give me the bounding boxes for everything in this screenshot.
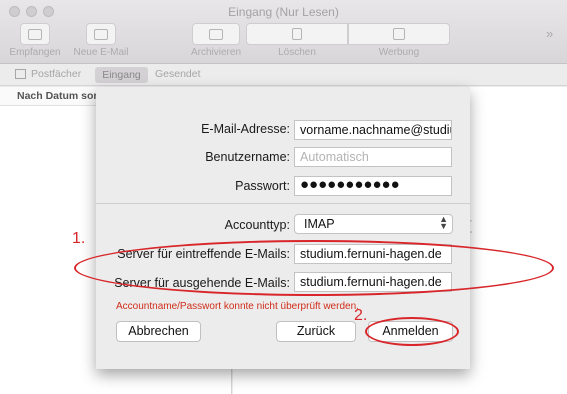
junk-label: Werbung [378,47,420,58]
account-type-value: IMAP [304,217,335,231]
receive-button[interactable] [20,23,50,45]
annotation-ellipse-servers [74,240,554,296]
archive-label: Archivieren [190,47,242,58]
back-button[interactable]: Zurück [276,321,356,342]
annotation-number-one: 1. [72,230,86,247]
email-label: E-Mail-Adresse: [201,122,290,136]
envelope-icon [28,28,42,40]
delete-button[interactable] [246,23,348,45]
annotation-ellipse-signin [365,317,459,346]
username-field[interactable]: Automatisch [294,147,452,167]
email-field[interactable]: vorname.nachname@studiu [294,120,452,140]
junk-bin-icon [393,28,405,40]
delete-label: Löschen [278,47,316,58]
annotation-number-two: 2. [354,307,368,324]
password-label: Passwort: [235,179,290,193]
mail-window: Eingang (Nur Lesen) Empfangen Neue E-Mai… [0,0,567,394]
compose-label: Neue E-Mail [73,47,129,58]
window-title: Eingang (Nur Lesen) [228,5,339,19]
trash-icon [292,28,302,40]
error-message: Accountname/Passwort konnte nicht überpr… [116,301,359,312]
receive-label: Empfangen [9,47,61,58]
password-field[interactable]: ●●●●●●●●●●● [294,176,452,196]
archive-button[interactable] [192,23,240,45]
account-type-label: Accounttyp: [224,218,290,232]
cancel-button[interactable]: Abbrechen [116,321,201,342]
archive-box-icon [209,28,223,40]
inbox-favorite[interactable]: Eingang [95,67,148,83]
updown-chevron-icon: ▲ ▼ [439,214,448,231]
title-bar: Eingang (Nur Lesen) Empfangen Neue E-Mai… [0,0,567,64]
junk-button[interactable] [348,23,450,45]
separator [96,203,470,204]
compose-button[interactable] [86,23,116,45]
favorites-bar: Postfächer Eingang Gesendet [0,64,567,86]
username-label: Benutzername: [205,150,290,164]
sent-favorite[interactable]: Gesendet [155,68,201,80]
account-type-select[interactable]: IMAP ▲ ▼ [294,214,453,234]
mailboxes-button[interactable]: Postfächer [31,68,81,80]
toolbar-overflow-button[interactable]: » [546,26,553,41]
sidebar-toggle-icon[interactable] [15,69,26,79]
compose-icon [94,28,108,40]
